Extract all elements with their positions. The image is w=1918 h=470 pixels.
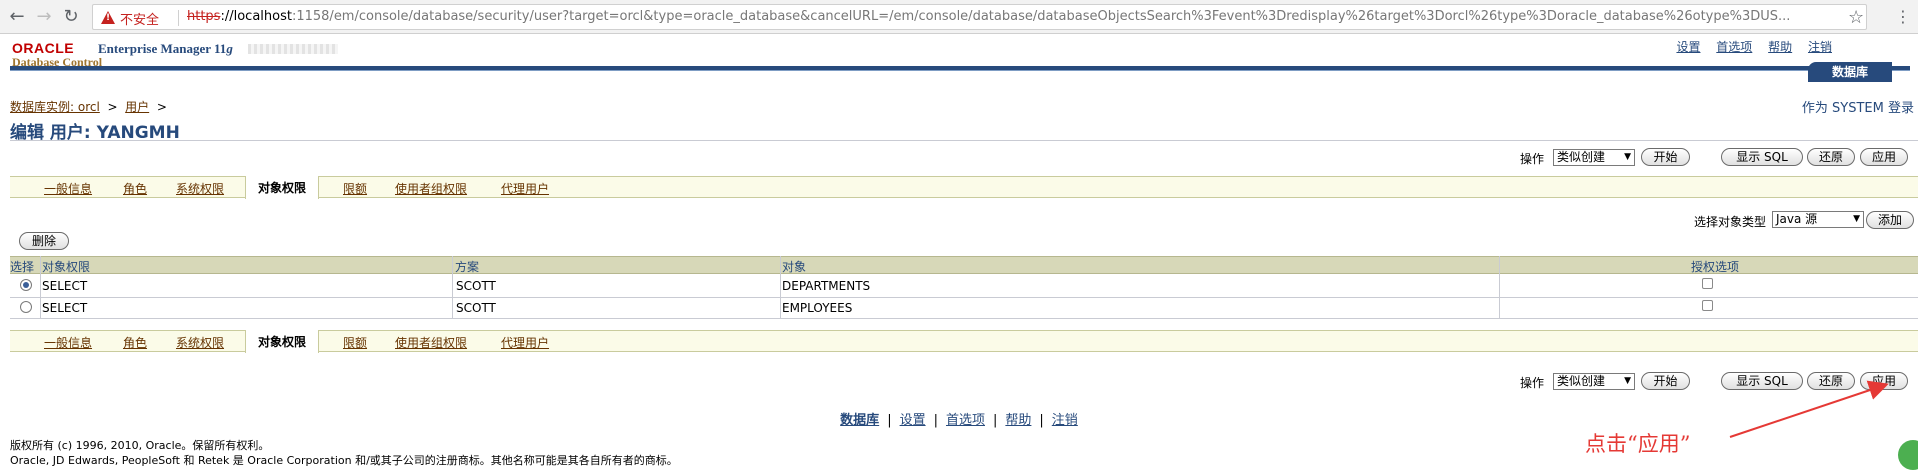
global-links: 设置 首选项 帮助 注销 (1664, 38, 1832, 55)
object-type-select[interactable]: Java 源 ▼ (1772, 211, 1864, 228)
table-header: 选择 对象权限 方案 对象 授权选项 (10, 256, 1918, 274)
footer-link-setup[interactable]: 设置 (900, 413, 926, 428)
grant-option-checkbox[interactable] (1702, 300, 1713, 311)
add-button[interactable]: 添加 (1866, 211, 1914, 229)
breadcrumb-users[interactable]: 用户 (125, 100, 149, 114)
column-header-select: 选择 (10, 260, 35, 274)
apply-button[interactable]: 应用 (1860, 148, 1908, 166)
global-link-setup[interactable]: 设置 (1676, 40, 1700, 54)
column-header-grant-option: 授权选项 (1691, 260, 1740, 274)
object-type-label: 选择对象类型 (1694, 215, 1767, 229)
dropdown-arrow-icon: ▼ (1624, 152, 1631, 162)
browser-toolbar: ← → ↻ ! 不安全 https://localhost:1158/em/co… (0, 0, 1918, 34)
tab-quotas[interactable]: 限额 (343, 180, 367, 197)
operation-label: 操作 (1520, 152, 1545, 166)
trademark-line: Oracle, JD Edwards, PeopleSoft 和 Retek 是… (10, 454, 678, 467)
floating-badge-icon[interactable] (1898, 440, 1918, 470)
dropdown-arrow-icon: ▼ (1853, 214, 1860, 224)
oracle-logo: ORACLE (12, 40, 75, 56)
tab-general[interactable]: 一般信息 (44, 334, 92, 351)
tab-general[interactable]: 一般信息 (44, 180, 92, 197)
cell-privilege: SELECT (42, 301, 88, 315)
operation-select[interactable]: 类似创建 ▼ (1553, 373, 1635, 390)
insecure-label[interactable]: 不安全 (120, 9, 159, 28)
table-row: SELECT SCOTT DEPARTMENTS (0, 275, 1918, 297)
breadcrumb-instance[interactable]: 数据库实例: orcl (10, 100, 100, 114)
cell-schema: SCOTT (456, 279, 496, 293)
row-select-radio[interactable] (20, 279, 32, 291)
cell-object: DEPARTMENTS (782, 279, 871, 293)
cell-schema: SCOTT (456, 301, 496, 315)
tab-object-privileges[interactable]: 对象权限 (245, 330, 320, 353)
global-link-preferences[interactable]: 首选项 (1716, 40, 1752, 54)
bookmark-star-icon[interactable]: ☆ (1848, 7, 1864, 28)
subtab-bar: 一般信息 角色 系统权限 对象权限 限额 使用者组权限 代理用户 (10, 176, 1918, 199)
column-header-schema: 方案 (455, 260, 480, 274)
start-button[interactable]: 开始 (1641, 148, 1690, 166)
tab-object-privileges[interactable]: 对象权限 (245, 176, 320, 199)
tab-quotas[interactable]: 限额 (343, 334, 367, 351)
revert-button[interactable]: 还原 (1807, 148, 1855, 166)
cell-privilege: SELECT (42, 279, 88, 293)
start-button[interactable]: 开始 (1641, 372, 1690, 390)
header-rule (10, 66, 1910, 71)
global-link-help[interactable]: 帮助 (1768, 40, 1792, 54)
login-as: 作为 SYSTEM 登录 (1801, 101, 1914, 116)
footer-links: 数据库 | 设置 | 首选项 | 帮助 | 注销 (840, 413, 1078, 428)
dropdown-arrow-icon: ▼ (1624, 376, 1631, 386)
browser-menu-icon[interactable]: ⋮ (1895, 6, 1911, 28)
row-select-radio[interactable] (20, 301, 32, 313)
header-decoration (248, 44, 338, 54)
column-header-privilege: 对象权限 (42, 260, 91, 274)
column-header-object: 对象 (782, 260, 807, 274)
footer-link-preferences[interactable]: 首选项 (946, 413, 985, 428)
annotation-arrow-icon (1729, 380, 1889, 438)
tab-database[interactable]: 数据库 (1808, 62, 1892, 82)
global-link-logout[interactable]: 注销 (1808, 40, 1832, 54)
tab-consumer-group-privileges[interactable]: 使用者组权限 (395, 334, 467, 351)
tab-roles[interactable]: 角色 (123, 180, 147, 197)
footer-link-logout[interactable]: 注销 (1052, 413, 1078, 428)
annotation-text: 点击“应用” (1585, 432, 1691, 456)
operation-select[interactable]: 类似创建 ▼ (1553, 149, 1635, 166)
url-text[interactable]: https://localhost:1158/em/console/databa… (187, 9, 1847, 24)
product-title: Enterprise Manager 11g (98, 41, 233, 56)
forward-icon[interactable]: → (33, 6, 55, 28)
show-sql-button[interactable]: 显示 SQL (1721, 148, 1803, 166)
cell-object: EMPLOYEES (782, 301, 853, 315)
footer-link-help[interactable]: 帮助 (1005, 413, 1031, 428)
grant-option-checkbox[interactable] (1702, 278, 1713, 289)
reload-icon[interactable]: ↻ (60, 6, 82, 28)
copyright-line: 版权所有 (c) 1996, 2010, Oracle。保留所有权利。 (10, 439, 270, 452)
tab-system-privileges[interactable]: 系统权限 (176, 180, 224, 197)
tab-proxy-users[interactable]: 代理用户 (501, 334, 549, 351)
footer-link-database[interactable]: 数据库 (840, 413, 879, 428)
tab-system-privileges[interactable]: 系统权限 (176, 334, 224, 351)
tab-roles[interactable]: 角色 (123, 334, 147, 351)
tab-consumer-group-privileges[interactable]: 使用者组权限 (395, 180, 467, 197)
subtab-bar-bottom: 一般信息 角色 系统权限 对象权限 限额 使用者组权限 代理用户 (10, 330, 1918, 353)
operation-label: 操作 (1520, 376, 1545, 390)
address-bar[interactable]: ! 不安全 https://localhost:1158/em/console/… (92, 4, 1867, 30)
tab-proxy-users[interactable]: 代理用户 (501, 180, 549, 197)
back-icon[interactable]: ← (6, 6, 28, 28)
delete-button[interactable]: 删除 (19, 232, 69, 250)
table-row: SELECT SCOTT EMPLOYEES (0, 298, 1918, 318)
breadcrumb: 数据库实例: orcl > 用户 > (10, 100, 167, 114)
